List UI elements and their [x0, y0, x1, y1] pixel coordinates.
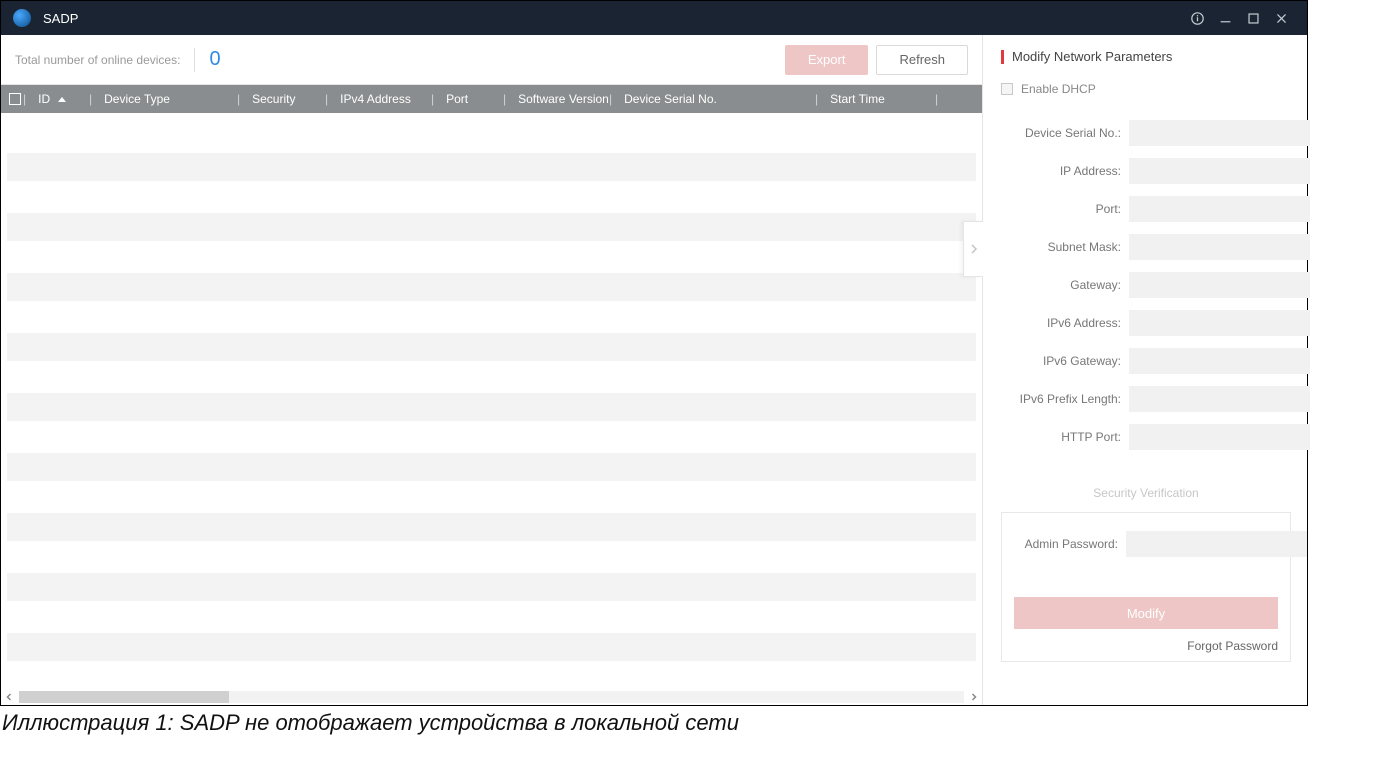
- table-row: [7, 513, 976, 541]
- col-start[interactable]: Start Time: [830, 92, 885, 106]
- scroll-thumb[interactable]: [19, 691, 229, 703]
- col-type[interactable]: Device Type: [104, 92, 170, 106]
- table-row: [7, 333, 976, 361]
- input-ip[interactable]: [1129, 158, 1310, 184]
- app-window: SADP Total number of online devices: 0 E…: [0, 0, 1308, 706]
- app-logo-icon: [13, 9, 31, 27]
- info-icon[interactable]: [1183, 1, 1211, 35]
- sort-asc-icon: [58, 97, 66, 102]
- input-subnet[interactable]: [1129, 234, 1310, 260]
- input-ipv6[interactable]: [1129, 310, 1310, 336]
- label-ipv6len: IPv6 Prefix Length:: [1001, 392, 1121, 406]
- total-devices-label: Total number of online devices:: [15, 53, 180, 67]
- label-http: HTTP Port:: [1001, 430, 1121, 444]
- titlebar: SADP: [1, 1, 1307, 35]
- col-security[interactable]: Security: [252, 92, 295, 106]
- refresh-button[interactable]: Refresh: [876, 45, 968, 75]
- table-row: [7, 633, 976, 661]
- maximize-icon[interactable]: [1239, 1, 1267, 35]
- collapse-panel-handle[interactable]: [963, 221, 983, 277]
- label-ipv6: IPv6 Address:: [1001, 316, 1121, 330]
- table-row: [7, 213, 976, 241]
- table-row: [7, 453, 976, 481]
- label-ip: IP Address:: [1001, 164, 1121, 178]
- label-gateway: Gateway:: [1001, 278, 1121, 292]
- col-serial[interactable]: Device Serial No.: [624, 92, 717, 106]
- close-icon[interactable]: [1267, 1, 1295, 35]
- input-http-port[interactable]: [1129, 424, 1310, 450]
- side-panel: Modify Network Parameters Enable DHCP De…: [983, 35, 1307, 705]
- scroll-track[interactable]: [19, 691, 964, 703]
- figure-caption: Иллюстрация 1: SADP не отображает устрой…: [0, 706, 1377, 736]
- label-serial: Device Serial No.:: [1001, 126, 1121, 140]
- table-row: [7, 393, 976, 421]
- table-body: [1, 113, 982, 689]
- input-gateway[interactable]: [1129, 272, 1310, 298]
- password-box: Admin Password: Modify Forgot Password: [1001, 512, 1291, 662]
- col-software[interactable]: Software Version: [518, 92, 609, 106]
- label-port: Port:: [1001, 202, 1121, 216]
- dhcp-label: Enable DHCP: [1021, 82, 1096, 96]
- input-port[interactable]: [1129, 196, 1310, 222]
- label-ipv6gw: IPv6 Gateway:: [1001, 354, 1121, 368]
- forgot-password-link[interactable]: Forgot Password: [1014, 639, 1278, 653]
- app-title: SADP: [43, 11, 78, 26]
- modify-button[interactable]: Modify: [1014, 597, 1278, 629]
- select-all-checkbox[interactable]: [9, 93, 21, 105]
- main-panel: Total number of online devices: 0 Export…: [1, 35, 983, 705]
- col-ipv4[interactable]: IPv4 Address: [340, 92, 411, 106]
- input-ipv6-gateway[interactable]: [1129, 348, 1310, 374]
- input-admin-password[interactable]: [1126, 531, 1307, 557]
- col-port[interactable]: Port: [446, 92, 468, 106]
- label-subnet: Subnet Mask:: [1001, 240, 1121, 254]
- table-header: |ID |Device Type |Security |IPv4 Address…: [1, 85, 982, 113]
- export-button[interactable]: Export: [785, 45, 869, 75]
- security-verification-label: Security Verification: [1001, 486, 1291, 500]
- col-id[interactable]: ID: [38, 92, 50, 106]
- table-row: [7, 273, 976, 301]
- table-row: [7, 153, 976, 181]
- minimize-icon[interactable]: [1211, 1, 1239, 35]
- scroll-right-icon[interactable]: [968, 691, 980, 703]
- table-row: [7, 573, 976, 601]
- dhcp-checkbox[interactable]: [1001, 83, 1013, 95]
- divider: [194, 48, 195, 72]
- toolbar: Total number of online devices: 0 Export…: [1, 35, 982, 85]
- side-panel-title: Modify Network Parameters: [1001, 49, 1291, 64]
- horizontal-scrollbar[interactable]: [1, 689, 982, 705]
- scroll-left-icon[interactable]: [3, 691, 15, 703]
- enable-dhcp-row[interactable]: Enable DHCP: [1001, 82, 1291, 96]
- input-ipv6-prefix[interactable]: [1129, 386, 1310, 412]
- input-serial[interactable]: [1129, 120, 1310, 146]
- label-admin-pw: Admin Password:: [1014, 537, 1118, 551]
- accent-bar-icon: [1001, 50, 1004, 64]
- device-count: 0: [209, 48, 220, 71]
